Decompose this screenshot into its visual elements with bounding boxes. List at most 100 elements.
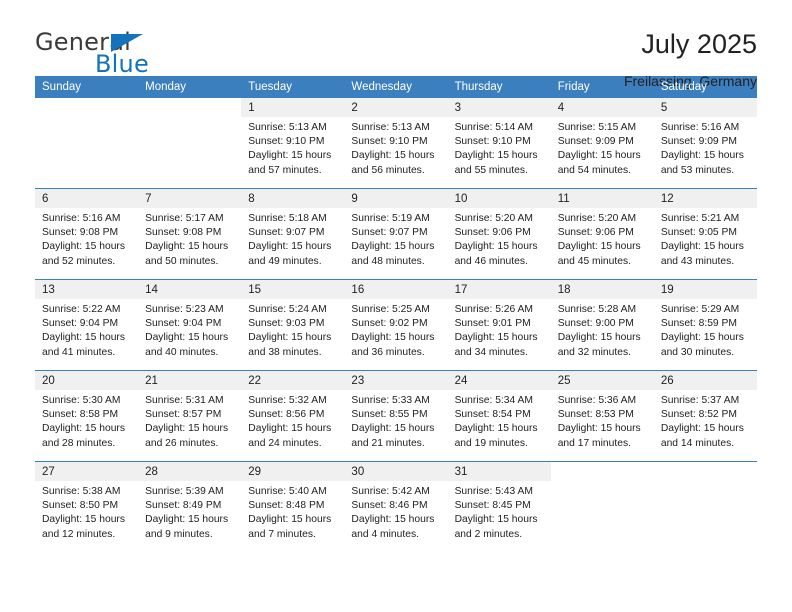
sunrise-text: Sunrise: 5:26 AM xyxy=(454,304,533,315)
calendar-day[interactable]: 17 Sunrise: 5:26 AM Sunset: 9:01 PM Dayligh… xyxy=(447,280,551,370)
calendar-week-row: 20 Sunrise: 5:30 AM Sunset: 8:58 PM Dayligh… xyxy=(35,370,757,462)
sunset-text: Sunset: 8:48 PM xyxy=(248,500,325,512)
calendar-day[interactable]: 3 Sunrise: 5:14 AM Sunset: 9:10 PM Daylight… xyxy=(447,98,551,188)
day-details: Sunrise: 5:22 AM Sunset: 9:04 PM Daylight:… xyxy=(35,299,138,360)
calendar-day[interactable]: 16 Sunrise: 5:25 AM Sunset: 9:02 PM Dayligh… xyxy=(344,280,448,370)
daylight-text-line1: Daylight: 15 hours xyxy=(557,150,641,162)
calendar-day[interactable]: 19 Sunrise: 5:29 AM Sunset: 8:59 PM Dayligh… xyxy=(653,280,757,370)
calendar-day[interactable]: 13 Sunrise: 5:22 AM Sunset: 9:04 PM Dayligh… xyxy=(35,280,139,370)
sunrise-text: Sunrise: 5:32 AM xyxy=(248,395,327,406)
calendar-day[interactable]: 31 Sunrise: 5:43 AM Sunset: 8:45 PM Dayligh… xyxy=(447,462,551,552)
daylight-text-line1: Daylight: 15 hours xyxy=(660,241,744,253)
day-number: 24 xyxy=(447,371,551,390)
daylight-text-line2: and 32 minutes. xyxy=(557,346,631,358)
sunset-text: Sunset: 9:10 PM xyxy=(248,136,325,148)
sunrise-text: Sunrise: 5:36 AM xyxy=(557,395,637,406)
calendar-day[interactable]: 25 Sunrise: 5:36 AM Sunset: 8:53 PM Dayligh… xyxy=(550,371,654,461)
sunrise-text: Sunrise: 5:13 AM xyxy=(248,122,327,133)
daylight-text-line1: Daylight: 15 hours xyxy=(454,241,538,253)
sunset-text: Sunset: 9:09 PM xyxy=(557,136,634,148)
day-number: 14 xyxy=(138,280,242,299)
calendar-day[interactable]: 1 Sunrise: 5:13 AM Sunset: 9:10 PM Daylight… xyxy=(241,98,345,188)
calendar-week-row: 13 Sunrise: 5:22 AM Sunset: 9:04 PM Dayligh… xyxy=(35,279,757,371)
sunset-text: Sunset: 9:10 PM xyxy=(351,136,428,148)
day-number: 20 xyxy=(35,371,139,390)
calendar-day[interactable]: 21 Sunrise: 5:31 AM Sunset: 8:57 PM Dayligh… xyxy=(138,371,242,461)
day-number: 1 xyxy=(241,98,345,117)
page-title: July 2025 xyxy=(641,29,757,59)
calendar-cell: 28 Sunrise: 5:39 AM Sunset: 8:49 PM Dayligh… xyxy=(138,461,242,552)
sunrise-text: Sunrise: 5:31 AM xyxy=(145,395,224,406)
calendar-day-empty xyxy=(551,462,654,552)
calendar-day[interactable]: 11 Sunrise: 5:20 AM Sunset: 9:06 PM Dayligh… xyxy=(550,189,654,279)
sunrise-text: Sunrise: 5:25 AM xyxy=(351,304,430,315)
calendar-day[interactable]: 8 Sunrise: 5:18 AM Sunset: 9:07 PM Daylight… xyxy=(241,189,345,279)
calendar-day[interactable]: 20 Sunrise: 5:30 AM Sunset: 8:58 PM Dayligh… xyxy=(35,371,139,461)
calendar-day[interactable]: 22 Sunrise: 5:32 AM Sunset: 8:56 PM Dayligh… xyxy=(241,371,345,461)
day-details: Sunrise: 5:33 AM Sunset: 8:55 PM Daylight:… xyxy=(344,390,447,451)
calendar-day[interactable]: 29 Sunrise: 5:40 AM Sunset: 8:48 PM Dayligh… xyxy=(241,462,345,552)
calendar-day[interactable]: 5 Sunrise: 5:16 AM Sunset: 9:09 PM Daylight… xyxy=(653,98,757,188)
daylight-text-line1: Daylight: 15 hours xyxy=(145,423,229,435)
calendar-day[interactable]: 30 Sunrise: 5:42 AM Sunset: 8:46 PM Dayligh… xyxy=(344,462,448,552)
daylight-text-line2: and 57 minutes. xyxy=(248,164,322,176)
daylight-text-line1: Daylight: 15 hours xyxy=(248,423,332,435)
calendar-cell: 16 Sunrise: 5:25 AM Sunset: 9:02 PM Dayligh… xyxy=(344,279,448,371)
calendar-cell xyxy=(653,461,757,552)
calendar-cell: 22 Sunrise: 5:32 AM Sunset: 8:56 PM Dayligh… xyxy=(241,370,345,462)
sunrise-text: Sunrise: 5:24 AM xyxy=(248,304,327,315)
calendar-week-row: 1 Sunrise: 5:13 AM Sunset: 9:10 PM Daylight… xyxy=(35,98,757,189)
day-number: 28 xyxy=(138,462,242,481)
page-header: General Blue July 2025 Freilassing, Germ… xyxy=(35,0,757,89)
daylight-text-line1: Daylight: 15 hours xyxy=(660,423,744,435)
day-number: 22 xyxy=(241,371,345,390)
calendar-week-row: 6 Sunrise: 5:16 AM Sunset: 9:08 PM Daylight… xyxy=(35,188,757,280)
title-block: July 2025 Freilassing, Germany xyxy=(624,28,757,88)
sunset-text: Sunset: 9:00 PM xyxy=(557,318,634,330)
day-details: Sunrise: 5:23 AM Sunset: 9:04 PM Daylight:… xyxy=(138,299,241,360)
weekday-header-wednesday: Wednesday xyxy=(344,76,448,98)
sunset-text: Sunset: 8:45 PM xyxy=(454,500,531,512)
day-details: Sunrise: 5:18 AM Sunset: 9:07 PM Daylight:… xyxy=(241,208,344,269)
calendar-day[interactable]: 12 Sunrise: 5:21 AM Sunset: 9:05 PM Dayligh… xyxy=(653,189,757,279)
day-number: 8 xyxy=(241,189,345,208)
calendar-day[interactable]: 9 Sunrise: 5:19 AM Sunset: 9:07 PM Daylight… xyxy=(344,189,448,279)
calendar-cell: 8 Sunrise: 5:18 AM Sunset: 9:07 PM Daylight… xyxy=(241,188,345,280)
day-details: Sunrise: 5:19 AM Sunset: 9:07 PM Daylight:… xyxy=(344,208,447,269)
calendar-day[interactable]: 23 Sunrise: 5:33 AM Sunset: 8:55 PM Dayligh… xyxy=(344,371,448,461)
daylight-text-line1: Daylight: 15 hours xyxy=(248,150,332,162)
daylight-text-line2: and 9 minutes. xyxy=(145,528,213,540)
calendar-cell: 14 Sunrise: 5:23 AM Sunset: 9:04 PM Dayligh… xyxy=(138,279,242,371)
day-number: 25 xyxy=(550,371,654,390)
sunset-text: Sunset: 9:04 PM xyxy=(42,318,119,330)
calendar-day[interactable]: 10 Sunrise: 5:20 AM Sunset: 9:06 PM Dayligh… xyxy=(447,189,551,279)
calendar-cell: 12 Sunrise: 5:21 AM Sunset: 9:05 PM Dayligh… xyxy=(653,188,757,280)
daylight-text-line2: and 14 minutes. xyxy=(660,437,735,449)
calendar-day[interactable]: 7 Sunrise: 5:17 AM Sunset: 9:08 PM Daylight… xyxy=(138,189,242,279)
calendar-day[interactable]: 2 Sunrise: 5:13 AM Sunset: 9:10 PM Daylight… xyxy=(344,98,448,188)
calendar-cell: 15 Sunrise: 5:24 AM Sunset: 9:03 PM Dayligh… xyxy=(241,279,345,371)
calendar-day[interactable]: 14 Sunrise: 5:23 AM Sunset: 9:04 PM Dayligh… xyxy=(138,280,242,370)
sunrise-text: Sunrise: 5:34 AM xyxy=(454,395,533,406)
calendar-day[interactable]: 24 Sunrise: 5:34 AM Sunset: 8:54 PM Dayligh… xyxy=(447,371,551,461)
sunset-text: Sunset: 9:10 PM xyxy=(454,136,531,148)
calendar-day[interactable]: 15 Sunrise: 5:24 AM Sunset: 9:03 PM Dayligh… xyxy=(241,280,345,370)
calendar-cell: 23 Sunrise: 5:33 AM Sunset: 8:55 PM Dayligh… xyxy=(344,370,448,462)
daylight-text-line1: Daylight: 15 hours xyxy=(145,332,229,344)
calendar-day[interactable]: 6 Sunrise: 5:16 AM Sunset: 9:08 PM Daylight… xyxy=(35,189,139,279)
calendar-day[interactable]: 18 Sunrise: 5:28 AM Sunset: 9:00 PM Dayligh… xyxy=(550,280,654,370)
weekday-header-thursday: Thursday xyxy=(447,76,551,98)
calendar-day[interactable]: 27 Sunrise: 5:38 AM Sunset: 8:50 PM Dayligh… xyxy=(35,462,139,552)
brand-logo[interactable]: General Blue xyxy=(35,28,235,84)
day-details: Sunrise: 5:17 AM Sunset: 9:08 PM Daylight:… xyxy=(138,208,241,269)
daylight-text-line2: and 24 minutes. xyxy=(248,437,322,449)
calendar-cell: 19 Sunrise: 5:29 AM Sunset: 8:59 PM Dayligh… xyxy=(653,279,757,371)
calendar-day[interactable]: 28 Sunrise: 5:39 AM Sunset: 8:49 PM Dayligh… xyxy=(138,462,242,552)
day-details: Sunrise: 5:42 AM Sunset: 8:46 PM Daylight:… xyxy=(344,481,447,542)
calendar-day[interactable]: 26 Sunrise: 5:37 AM Sunset: 8:52 PM Dayligh… xyxy=(653,371,757,461)
day-details: Sunrise: 5:20 AM Sunset: 9:06 PM Daylight:… xyxy=(551,208,654,269)
day-number: 5 xyxy=(653,98,757,117)
daylight-text-line2: and 40 minutes. xyxy=(145,346,219,358)
calendar-day[interactable]: 4 Sunrise: 5:15 AM Sunset: 9:09 PM Daylight… xyxy=(550,98,654,188)
day-details: Sunrise: 5:43 AM Sunset: 8:45 PM Daylight:… xyxy=(448,481,551,542)
